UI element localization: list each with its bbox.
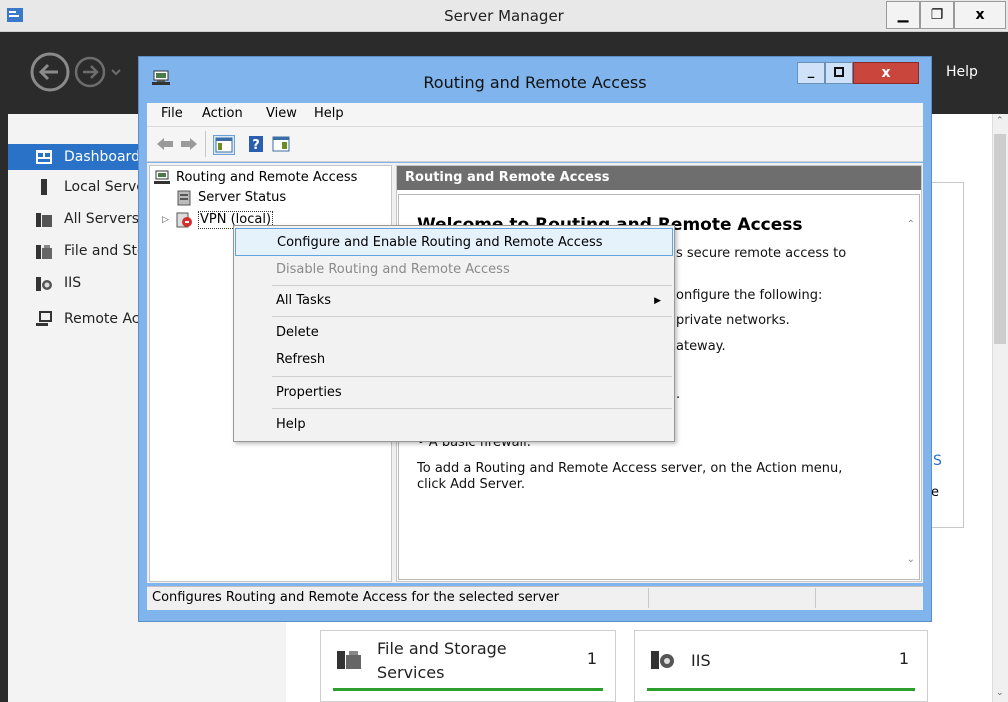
sidebar-edge — [0, 114, 8, 702]
file-storage-icon — [36, 245, 52, 259]
content-line3: private networks. — [676, 313, 790, 328]
back-forward-icon[interactable] — [28, 50, 123, 94]
rras-menubar: File Action View Help — [147, 103, 923, 126]
sidebar-label-all-servers: All Servers — [64, 211, 138, 227]
sidebar-item-iis[interactable]: IIS — [8, 270, 138, 296]
menu-separator — [272, 316, 672, 317]
sidebar-item-all-servers[interactable]: All Servers — [8, 206, 138, 232]
status-separator — [815, 588, 816, 608]
menu-view[interactable]: View — [266, 106, 297, 121]
content-line5: . — [676, 387, 681, 402]
menu-item-configure-enable[interactable]: Configure and Enable Routing and Remote … — [235, 228, 673, 256]
help-icon[interactable]: ? — [247, 135, 267, 153]
menu-separator — [272, 285, 672, 286]
add-server-line2: click Add Server. — [417, 477, 526, 492]
iis-icon — [36, 277, 52, 291]
tile-iis[interactable]: IIS 1 — [634, 630, 928, 702]
add-server-line1: To add a Routing and Remote Access serve… — [417, 461, 843, 476]
iis-tile-icon — [651, 651, 674, 669]
scroll-up-icon[interactable]: ⌃ — [996, 116, 1004, 126]
tile-file-storage[interactable]: File and Storage Services 1 — [320, 630, 616, 702]
rras-minimize-button[interactable]: _ — [797, 62, 825, 84]
rras-root-icon — [154, 170, 170, 184]
menu-help[interactable]: Help — [314, 106, 344, 121]
menu-separator — [272, 376, 672, 377]
menu-file[interactable]: File — [161, 106, 183, 121]
menu-label-delete: Delete — [276, 325, 319, 340]
submenu-arrow-icon: ▶ — [654, 296, 661, 306]
content-line4: ateway. — [676, 339, 726, 354]
menu-label-properties: Properties — [276, 385, 342, 400]
sidebar-label-dashboard: Dashboard — [64, 149, 138, 165]
svg-text:?: ? — [252, 138, 260, 153]
status-text: Configures Routing and Remote Access for… — [152, 590, 560, 605]
tile-title-line1: File and Storage — [377, 639, 507, 658]
forward-arrow-icon[interactable] — [179, 135, 199, 153]
server-status-icon — [177, 190, 191, 206]
scroll-up-icon[interactable]: ⌃ — [907, 219, 915, 230]
rras-maximize-button[interactable] — [825, 62, 853, 84]
local-server-icon — [41, 179, 47, 195]
menu-item-disable: Disable Routing and Remote Access — [235, 256, 673, 284]
menu-label-help: Help — [276, 417, 306, 432]
sidebar-label-remote-access: Remote Access — [64, 311, 138, 327]
menu-label-disable: Disable Routing and Remote Access — [276, 262, 510, 277]
menu-item-delete[interactable]: Delete — [235, 319, 673, 347]
menu-item-refresh[interactable]: Refresh — [235, 346, 673, 374]
sidebar-item-file-storage[interactable]: File and Storage Services — [8, 238, 138, 264]
menu-label-all-tasks: All Tasks — [276, 293, 332, 308]
sidebar-item-dashboard[interactable]: Dashboard — [8, 144, 138, 170]
scroll-down-icon[interactable]: ⌄ — [996, 688, 1004, 698]
server-manager-title: Server Manager — [444, 7, 564, 25]
status-separator — [648, 588, 649, 608]
rras-close-button[interactable]: x — [853, 62, 919, 84]
back-arrow-icon[interactable] — [155, 135, 175, 153]
rras-toolbar: ? — [147, 126, 923, 162]
menu-action[interactable]: Action — [202, 106, 243, 121]
tree-label-root: Routing and Remote Access — [176, 170, 358, 185]
menu-item-all-tasks[interactable]: All Tasks ▶ — [235, 287, 673, 315]
menu-item-properties[interactable]: Properties — [235, 379, 673, 407]
panel-fragment-s[interactable]: S — [933, 453, 942, 469]
sm-minimize-button[interactable]: ▁ — [886, 1, 920, 29]
sidebar-item-local-server[interactable]: Local Server — [8, 174, 138, 200]
toolbar-separator — [205, 131, 206, 157]
sidebar-label-file-storage: File and Storage Services — [64, 243, 138, 259]
file-storage-tile-icon — [337, 651, 361, 669]
show-hide-action-pane-icon[interactable] — [271, 135, 291, 153]
sm-restore-button[interactable]: ❐ — [920, 1, 954, 29]
expand-arrow-icon[interactable]: ▷ — [162, 210, 169, 230]
sm-close-button[interactable]: x — [954, 1, 1006, 29]
sidebar-item-remote-access[interactable]: Remote Access — [8, 306, 138, 332]
menu-separator — [272, 408, 672, 409]
menu-label-refresh: Refresh — [276, 352, 326, 367]
sm-scrollbar-thumb[interactable] — [994, 134, 1006, 344]
all-servers-icon — [36, 213, 52, 227]
result-pane-header: Routing and Remote Access — [397, 166, 921, 190]
content-line2: onfigure the following: — [676, 288, 823, 303]
menu-label-configure: Configure and Enable Routing and Remote … — [277, 235, 603, 250]
tree-label-server-status: Server Status — [198, 190, 287, 205]
tile-count: 1 — [586, 649, 597, 668]
content-line1: s secure remote access to — [676, 246, 847, 261]
tile-status-bar — [647, 688, 915, 691]
sidebar-label-iis: IIS — [64, 275, 82, 291]
scroll-down-icon[interactable]: ⌄ — [907, 554, 915, 565]
tile-count: 1 — [898, 649, 909, 668]
tile-title-line2: Services — [377, 663, 445, 682]
remote-access-icon — [36, 311, 52, 326]
tile-title: IIS — [691, 651, 711, 670]
menu-item-help[interactable]: Help — [235, 411, 673, 439]
server-manager-app-icon — [7, 8, 23, 22]
sm-help-menu[interactable]: Help — [946, 64, 986, 86]
sidebar-label-local-server: Local Server — [64, 179, 138, 195]
tile-status-bar — [333, 688, 603, 691]
server-down-icon — [176, 212, 192, 228]
show-hide-console-tree-icon[interactable] — [213, 135, 235, 155]
dashboard-icon — [36, 150, 52, 164]
tile-title: File and Storage Services — [377, 637, 507, 685]
panel-fragment-e: e — [931, 485, 939, 500]
